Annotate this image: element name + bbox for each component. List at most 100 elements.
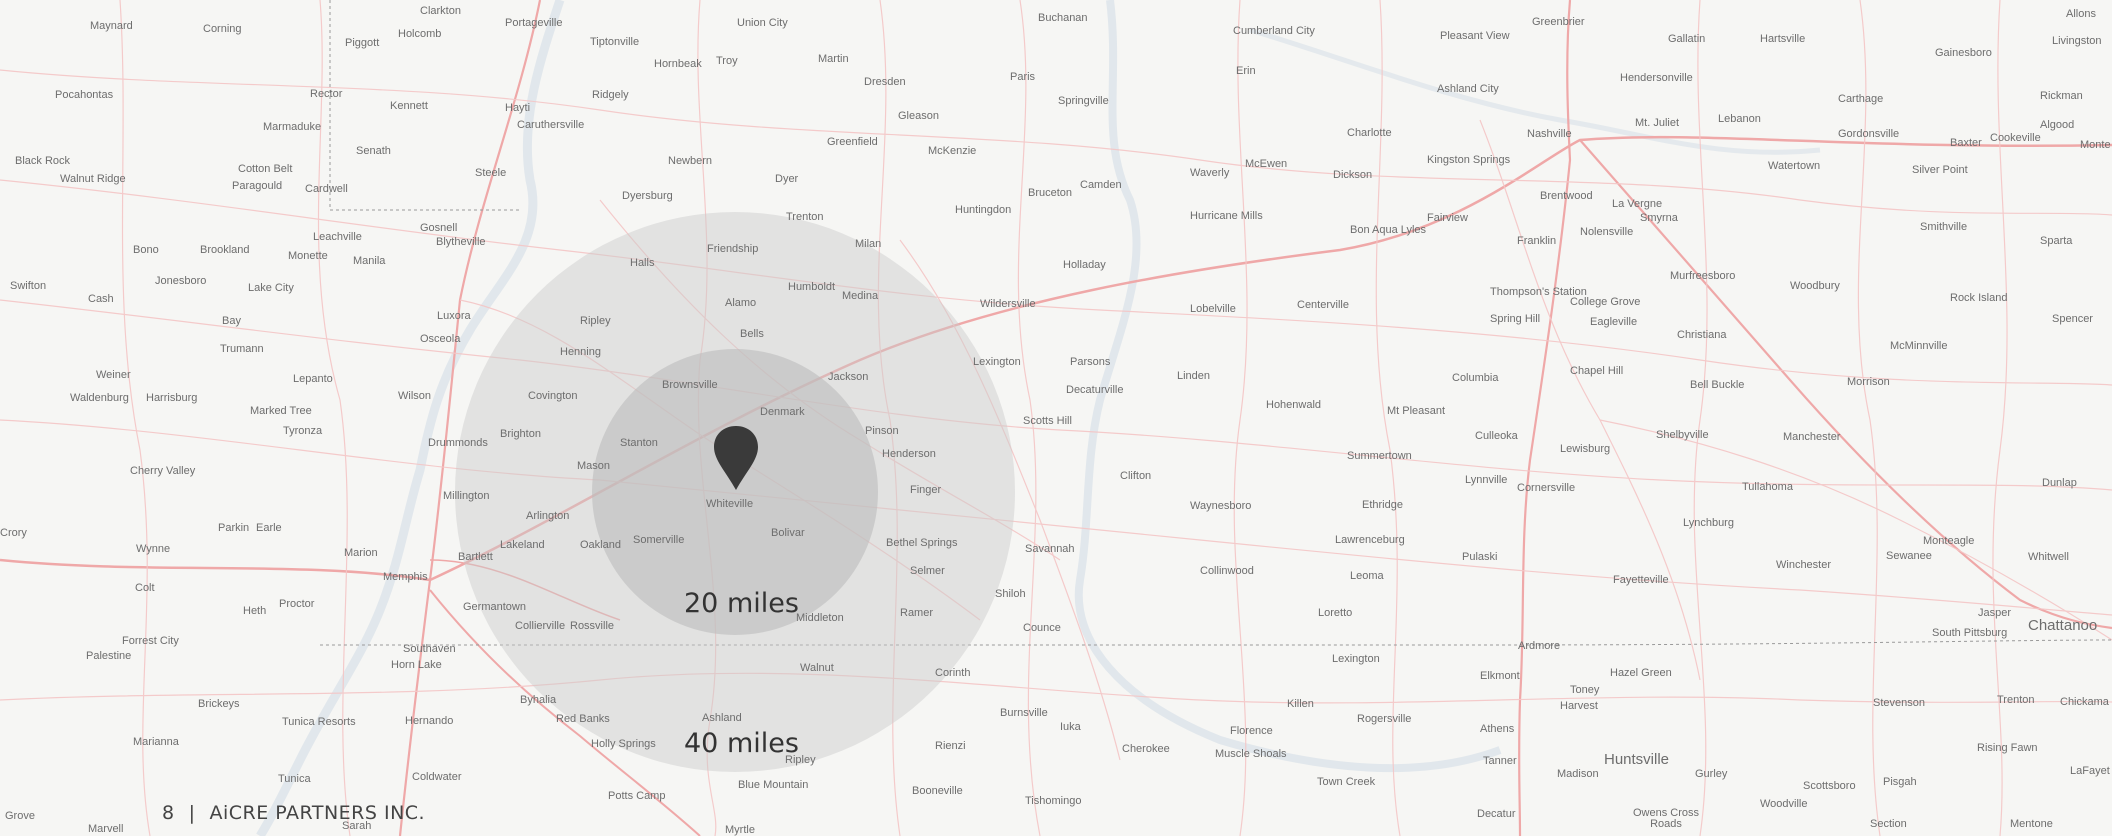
place-heth: Heth (243, 605, 267, 617)
place-rossville: Rossville (570, 620, 615, 632)
place-potts-camp: Potts Camp (608, 790, 666, 802)
place-leachville: Leachville (313, 231, 362, 243)
place-smithville: Smithville (1920, 221, 1968, 233)
place-brentwood: Brentwood (1540, 190, 1593, 202)
place-south-pittsburg: South Pittsburg (1932, 627, 2008, 639)
place-savannah: Savannah (1025, 543, 1075, 555)
place-iuka: Iuka (1060, 721, 1081, 733)
place-spring-hill: Spring Hill (1490, 313, 1541, 325)
place-allons: Allons (2066, 8, 2096, 20)
place-tunica: Tunica (278, 773, 311, 785)
place-brownsville: Brownsville (662, 379, 718, 391)
place-palestine: Palestine (86, 650, 132, 662)
place-ripley: Ripley (580, 315, 611, 327)
place-kingston-springs: Kingston Springs (1427, 154, 1511, 166)
place-smyrna: Smyrna (1640, 212, 1678, 224)
place-livingston: Livingston (2052, 35, 2102, 47)
place-burnsville: Burnsville (1000, 707, 1048, 719)
place-bono: Bono (133, 244, 159, 256)
place-union-city: Union City (737, 17, 788, 29)
place-whitwell: Whitwell (2028, 551, 2069, 563)
place-jonesboro: Jonesboro (155, 275, 207, 287)
place-luxora: Luxora (437, 310, 471, 322)
place-tanner: Tanner (1483, 755, 1517, 767)
place-finger: Finger (910, 484, 942, 496)
place-hazel-green: Hazel Green (1610, 667, 1672, 679)
place-carthage: Carthage (1838, 93, 1884, 105)
place-huntingdon: Huntingdon (955, 204, 1012, 216)
place-cumberland-city: Cumberland City (1233, 25, 1315, 37)
place-maynard: Maynard (90, 20, 133, 32)
place-marked-tree: Marked Tree (250, 405, 312, 417)
place-rock-island: Rock Island (1950, 292, 2008, 304)
place-toney: Toney (1570, 684, 1600, 696)
place-waldenburg: Waldenburg (70, 392, 129, 404)
place-section: Section (1870, 818, 1907, 830)
place-gordonsville: Gordonsville (1838, 128, 1900, 140)
place-newbern: Newbern (668, 155, 713, 167)
place-halls: Halls (630, 257, 655, 269)
place-brighton: Brighton (500, 428, 541, 440)
place-myrtle: Myrtle (725, 824, 755, 836)
place-nashville: Nashville (1527, 128, 1572, 140)
place-colt: Colt (135, 582, 155, 594)
place-denmark: Denmark (760, 406, 805, 418)
place-lynchburg: Lynchburg (1683, 517, 1734, 529)
place-senath: Senath (356, 145, 391, 157)
place-marmaduke: Marmaduke (263, 121, 322, 133)
place-manchester: Manchester (1783, 431, 1841, 443)
place-college-grove: College Grove (1570, 296, 1641, 308)
place-linden: Linden (1177, 370, 1211, 382)
place-monette: Monette (288, 250, 328, 262)
place-walnut-ridge: Walnut Ridge (60, 173, 126, 185)
place-lakeland: Lakeland (500, 539, 545, 551)
place-greenbrier: Greenbrier (1532, 16, 1585, 28)
place-walnut: Walnut (800, 662, 834, 674)
place-clarkton: Clarkton (420, 5, 461, 17)
place-florence: Florence (1230, 725, 1273, 737)
place-columbia: Columbia (1452, 372, 1499, 384)
place-centerville: Centerville (1297, 299, 1349, 311)
place-cherokee: Cherokee (1122, 743, 1170, 755)
place-hohenwald: Hohenwald (1266, 399, 1322, 411)
place-hurricane-mills: Hurricane Mills (1190, 210, 1263, 222)
place-bolivar: Bolivar (771, 527, 805, 539)
place-huntsville: Huntsville (1604, 751, 1670, 768)
place-corning: Corning (203, 23, 242, 35)
location-pin-icon[interactable] (712, 424, 760, 492)
place-coldwater: Coldwater (412, 771, 462, 783)
place-gleason: Gleason (898, 110, 939, 122)
place-horn-lake: Horn Lake (391, 659, 442, 671)
place-lexington-al: Lexington (1332, 653, 1380, 665)
place-mt-pleasant: Mt Pleasant (1387, 405, 1446, 417)
place-lexington: Lexington (973, 356, 1021, 368)
place-mason: Mason (577, 460, 611, 472)
place-bartlett: Bartlett (458, 551, 493, 563)
place-covington: Covington (528, 390, 578, 402)
place-hernando: Hernando (405, 715, 454, 727)
footer-separator: | (188, 802, 196, 824)
place-tyronza: Tyronza (283, 425, 323, 437)
place-bethel-springs: Bethel Springs (886, 537, 958, 549)
place-cherry-valley: Cherry Valley (130, 465, 196, 477)
place-mt-juliet: Mt. Juliet (1635, 117, 1680, 129)
place-charlotte: Charlotte (1347, 127, 1392, 139)
place-pisgah: Pisgah (1883, 776, 1917, 788)
place-harrisburg: Harrisburg (146, 392, 198, 404)
place-christiana: Christiana (1677, 329, 1727, 341)
place-lawrenceburg: Lawrenceburg (1335, 534, 1405, 546)
place-parsons: Parsons (1070, 356, 1111, 368)
place-trenton: Trenton (786, 211, 824, 223)
place-earle: Earle (256, 522, 282, 534)
place-oakland: Oakland (580, 539, 621, 551)
place-tullahoma: Tullahoma (1742, 481, 1793, 493)
place-ramer: Ramer (900, 607, 934, 619)
place-counce: Counce (1023, 622, 1061, 634)
place-monterey: Monte (2080, 139, 2111, 151)
place-lewisburg: Lewisburg (1560, 443, 1611, 455)
place-jasper: Jasper (1978, 607, 2012, 619)
place-marion: Marion (344, 547, 378, 559)
place-holladay: Holladay (1063, 259, 1106, 271)
place-cotton-belt: Cotton Belt (238, 163, 293, 175)
place-paris: Paris (1010, 71, 1036, 83)
